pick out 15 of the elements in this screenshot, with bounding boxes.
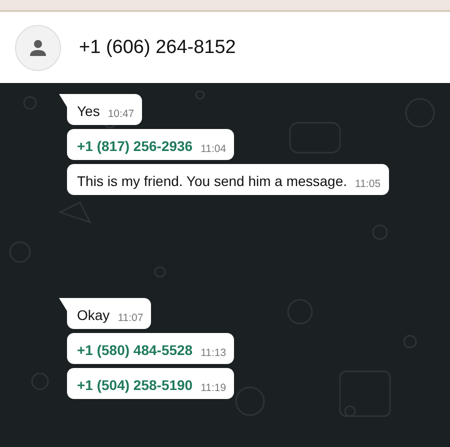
- message-time: 10:47: [108, 108, 134, 121]
- message-text: Yes: [77, 102, 100, 120]
- phone-link[interactable]: +1 (580) 484-5528: [77, 341, 193, 359]
- contact-name: +1 (606) 264-8152: [79, 36, 236, 58]
- phone-link[interactable]: +1 (817) 256-2936: [77, 137, 193, 155]
- message-time: 11:07: [118, 312, 144, 325]
- message-text: This is my friend. You send him a message.: [77, 172, 348, 190]
- person-icon: [29, 38, 47, 56]
- message-time: 11:04: [200, 143, 226, 156]
- message-text: Okay: [77, 306, 110, 324]
- message-time: 11:19: [200, 382, 226, 395]
- message-time: 11:13: [200, 347, 226, 360]
- phone-link[interactable]: +1 (504) 258-5190: [77, 376, 193, 394]
- contact-avatar[interactable]: [15, 24, 61, 70]
- message-time: 11:05: [355, 178, 381, 191]
